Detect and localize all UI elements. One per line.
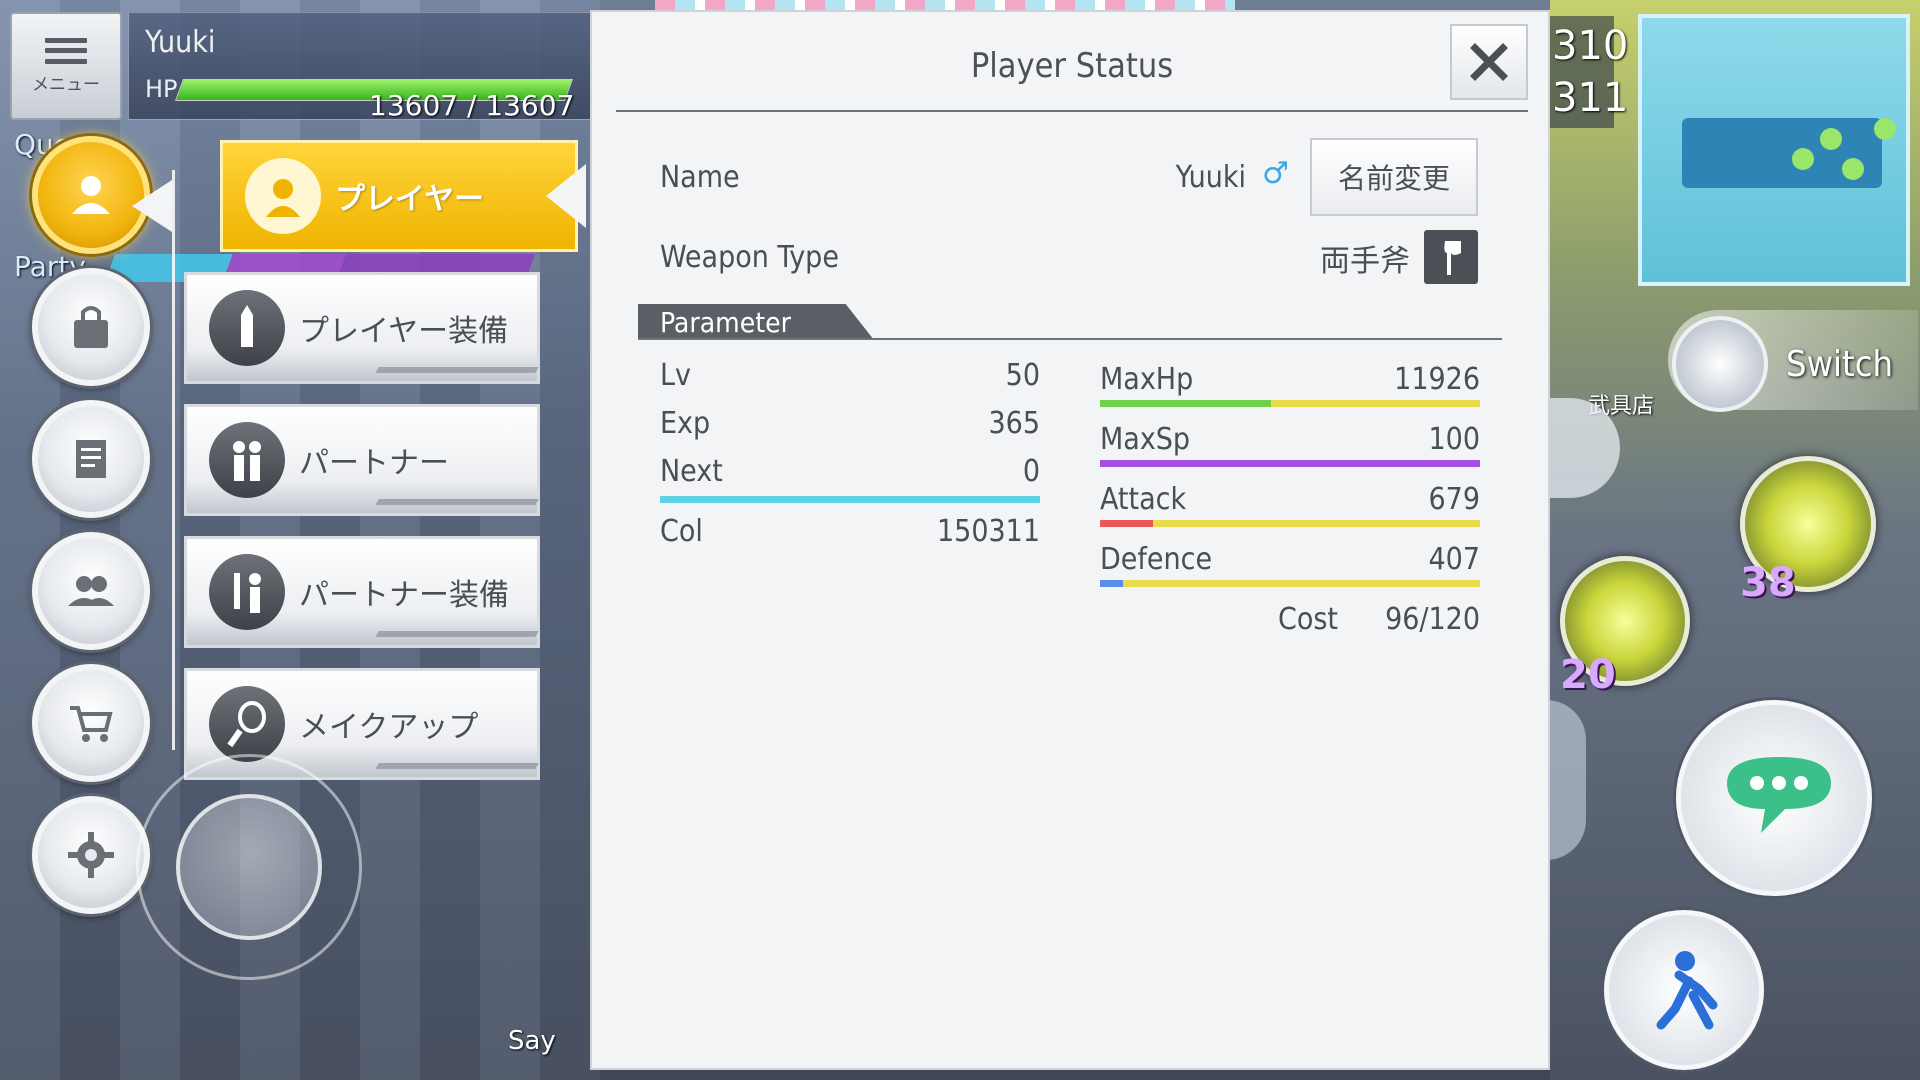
hamburger-icon (45, 37, 87, 64)
exp-progress-bar (660, 496, 1040, 503)
stat-maxhp-label: MaxHp (1100, 362, 1194, 397)
stat-attack-bar (1100, 520, 1480, 527)
weapon-type-label: Weapon Type (660, 240, 839, 275)
settings-button[interactable] (32, 796, 150, 914)
name-label: Name (660, 160, 740, 195)
parameter-section-label: Parameter (660, 306, 791, 339)
say-button[interactable]: Say (508, 1026, 556, 1056)
hud-counter-2: 311 (1552, 75, 1629, 121)
chat-button[interactable] (1676, 700, 1872, 896)
weapon-type-value: 両手斧 (1320, 244, 1410, 279)
cost-label: Cost (1278, 602, 1338, 637)
main-menu-button[interactable]: メニュー (10, 12, 122, 120)
minimap-marker (1842, 158, 1864, 180)
partner-equipment-icon (209, 554, 285, 630)
player-icon (72, 176, 110, 214)
menu-divider (172, 170, 175, 750)
quest-list-icon (76, 440, 106, 478)
switch-label: Switch (1786, 344, 1894, 385)
submenu-item-label: プレイヤー装備 (299, 314, 509, 349)
stat-lv-label: Lv (660, 358, 691, 393)
minimap-marker (1792, 148, 1814, 170)
submenu-partner-equipment[interactable]: パートナー装備 (184, 536, 540, 648)
stat-col-value: 150311 (936, 514, 1040, 549)
party-icon (68, 576, 114, 606)
hud-hp-value: 13607 / 13607 (369, 89, 575, 122)
partner-icon (209, 422, 285, 498)
stat-maxsp-value: 100 (1428, 422, 1480, 457)
submenu-player-tab[interactable]: プレイヤー (220, 140, 578, 252)
item-bag-button[interactable] (32, 268, 150, 386)
minimap-marker (1874, 118, 1896, 140)
stat-defence-label: Defence (1100, 542, 1213, 577)
minimap[interactable] (1638, 14, 1910, 286)
parameter-section-header: Parameter (638, 304, 874, 340)
parameter-divider (638, 338, 1502, 340)
bag-icon (74, 306, 108, 348)
stat-maxsp-fill (1100, 460, 1480, 467)
exp-progress-fill (660, 496, 1040, 503)
dash-button[interactable] (1604, 910, 1764, 1070)
skill-1-count: 38 (1740, 560, 1796, 606)
main-menu-label: メニュー (32, 74, 100, 95)
hud-hp-label: HP (145, 75, 178, 103)
stat-maxhp-bar (1100, 400, 1480, 407)
stat-next-value: 0 (1022, 454, 1040, 489)
two-handed-axe-icon (1424, 230, 1478, 284)
shop-cart-icon (70, 706, 113, 742)
gear-icon (68, 832, 114, 878)
submenu-pointer (546, 164, 586, 228)
running-icon (1656, 951, 1718, 1030)
stat-attack-value: 679 (1428, 482, 1480, 517)
skill-button-3[interactable] (1546, 700, 1586, 860)
shop-button[interactable] (32, 664, 150, 782)
stat-defence-fill (1100, 580, 1123, 587)
skill-2-count: 20 (1560, 652, 1616, 698)
stat-maxhp-fill (1100, 400, 1271, 407)
close-icon (1470, 43, 1508, 81)
cost-value: 96/120 (1385, 602, 1480, 637)
party-button[interactable] (32, 532, 150, 650)
rename-button[interactable]: 名前変更 (1310, 138, 1478, 216)
chat-bubble-icon (1727, 757, 1831, 833)
hud-counter-1: 310 (1552, 23, 1629, 69)
stat-defence-bar (1100, 580, 1480, 587)
stat-attack-fill (1100, 520, 1154, 527)
player-avatar-icon (245, 158, 321, 234)
dialog-title: Player Status (970, 46, 1174, 86)
male-gender-icon: ♂ (1262, 156, 1289, 191)
player-name-value: Yuuki (1175, 160, 1246, 195)
submenu-item-label: パートナー装備 (299, 578, 509, 613)
dialog-title-divider (616, 110, 1528, 112)
stat-maxsp-bar (1100, 460, 1480, 467)
stat-next-label: Next (660, 454, 723, 489)
quest-list-button[interactable] (32, 400, 150, 518)
submenu-player-label: プレイヤー (335, 182, 485, 217)
player-hud: Yuuki HP 13607 / 13607 (128, 12, 598, 122)
stat-attack-label: Attack (1100, 482, 1187, 517)
submenu-partner[interactable]: パートナー (184, 404, 540, 516)
stat-maxhp-value: 11926 (1394, 362, 1480, 397)
sword-icon (209, 290, 285, 366)
virtual-joystick[interactable] (176, 794, 322, 940)
submenu-item-label: メイクアップ (299, 710, 479, 745)
stat-exp-label: Exp (660, 406, 711, 441)
makeup-mirror-icon (209, 686, 285, 762)
minimap-marker (1820, 128, 1842, 150)
stat-col-label: Col (660, 514, 703, 549)
stat-defence-value: 407 (1428, 542, 1480, 577)
submenu-item-label: パートナー (299, 446, 449, 481)
hud-counters: 310 311 (1546, 16, 1629, 128)
hud-player-name: Yuuki (145, 25, 216, 60)
close-button[interactable] (1450, 24, 1528, 100)
stat-maxsp-label: MaxSp (1100, 422, 1191, 457)
switch-icon (1672, 316, 1768, 412)
menu-pointer (132, 180, 172, 232)
scene-decoration-strip (655, 0, 1235, 10)
stat-exp-value: 365 (988, 406, 1040, 441)
stat-lv-value: 50 (1005, 358, 1040, 393)
submenu-player-equipment[interactable]: プレイヤー装備 (184, 272, 540, 384)
